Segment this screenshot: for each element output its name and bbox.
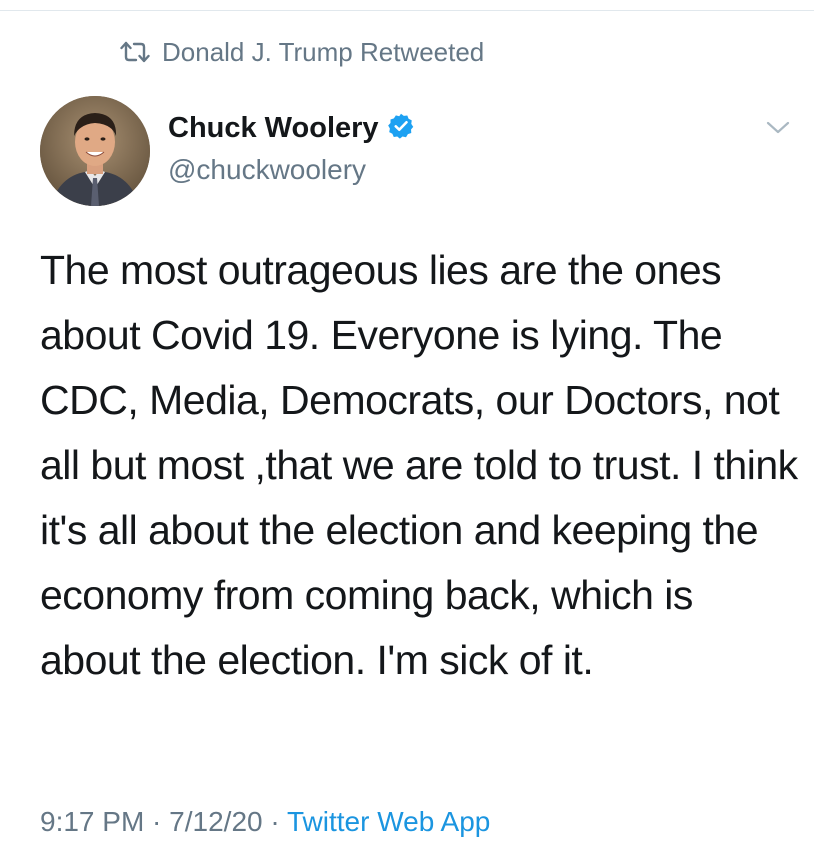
verified-badge-icon (387, 112, 415, 145)
meta-separator: · (262, 806, 287, 837)
meta-separator: · (144, 806, 170, 837)
author-handle[interactable]: @chuckwoolery (168, 150, 366, 190)
tweet-meta: 9:17 PM · 7/12/20 · Twitter Web App (40, 800, 490, 844)
chevron-down-icon[interactable] (764, 118, 792, 138)
tweet-source-link[interactable]: Twitter Web App (287, 806, 490, 837)
retweet-context[interactable]: Donald J. Trump Retweeted (120, 34, 484, 70)
avatar[interactable] (40, 96, 150, 206)
author-name-row[interactable]: Chuck Woolery (168, 108, 415, 148)
retweet-label: Donald J. Trump Retweeted (162, 36, 485, 67)
tweet-time[interactable]: 9:17 PM (40, 806, 144, 837)
divider (0, 10, 814, 11)
author-display-name[interactable]: Chuck Woolery (168, 112, 379, 145)
tweet-text: The most outrageous lies are the ones ab… (40, 247, 809, 683)
tweet-date[interactable]: 7/12/20 (169, 806, 262, 837)
retweet-icon (120, 40, 150, 64)
tweet-container: Donald J. Trump Retweeted Chuck Woolery … (0, 0, 814, 863)
